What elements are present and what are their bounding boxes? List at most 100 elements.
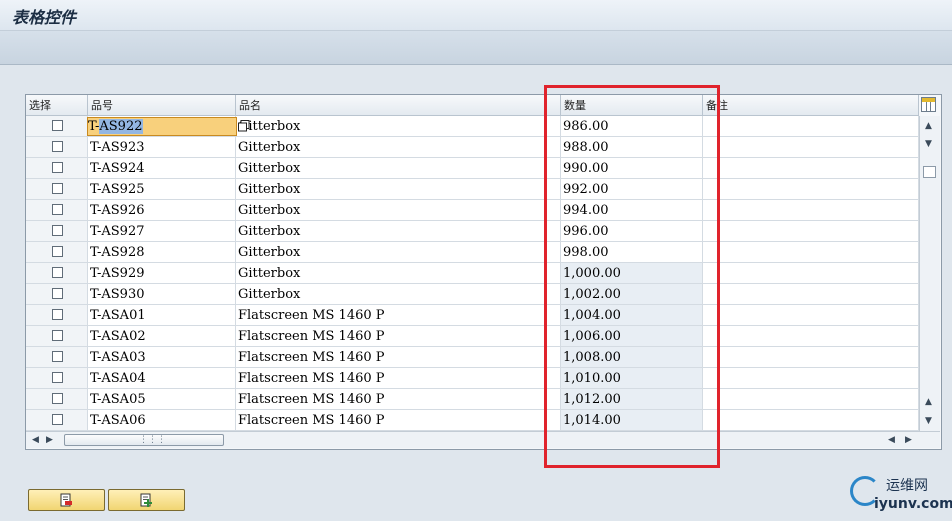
remark-cell[interactable] — [703, 326, 919, 347]
item-name-cell[interactable]: Flatscreen MS 1460 P — [236, 305, 561, 326]
row-select-checkbox[interactable] — [52, 309, 63, 320]
item-name-cell[interactable]: Gitterbox — [236, 116, 561, 137]
table-row[interactable]: T-ASA04 Flatscreen MS 1460 P 1,010.00 — [26, 368, 919, 389]
quantity-cell[interactable]: 1,002.00 — [561, 284, 703, 305]
quantity-cell[interactable]: 998.00 — [561, 242, 703, 263]
remark-cell[interactable] — [703, 410, 919, 431]
column-header-quantity[interactable]: 数量 — [561, 95, 703, 116]
remark-cell[interactable] — [703, 284, 919, 305]
item-no-cell[interactable]: T-AS929 — [88, 263, 236, 284]
item-name-cell[interactable]: Gitterbox — [236, 221, 561, 242]
row-select-checkbox[interactable] — [52, 372, 63, 383]
item-name-cell[interactable]: Flatscreen MS 1460 P — [236, 347, 561, 368]
item-no-cell[interactable]: T-AS926 — [88, 200, 236, 221]
row-select-checkbox[interactable] — [52, 393, 63, 404]
row-select-checkbox[interactable] — [52, 288, 63, 299]
item-no-cell[interactable]: T-AS925 — [88, 179, 236, 200]
item-name-cell[interactable]: Gitterbox — [236, 158, 561, 179]
table-row[interactable]: T-ASA02 Flatscreen MS 1460 P 1,006.00 — [26, 326, 919, 347]
quantity-cell[interactable]: 986.00 — [561, 116, 703, 137]
quantity-cell[interactable]: 1,008.00 — [561, 347, 703, 368]
remark-cell[interactable] — [703, 242, 919, 263]
row-select-checkbox[interactable] — [52, 204, 63, 215]
item-no-cell[interactable]: T-AS930 — [88, 284, 236, 305]
column-header-select[interactable]: 选择 — [26, 95, 88, 116]
scroll-right-end-arrow-icon[interactable]: ▶ — [905, 435, 912, 445]
row-select-checkbox[interactable] — [52, 120, 63, 131]
table-row[interactable]: T-AS923 Gitterbox 988.00 — [26, 137, 919, 158]
table-row[interactable]: T-AS928 Gitterbox 998.00 — [26, 242, 919, 263]
table-row[interactable]: Gitterbox 986.00 T-AS922 — [26, 116, 919, 137]
item-name-cell[interactable]: Gitterbox — [236, 263, 561, 284]
remark-cell[interactable] — [703, 347, 919, 368]
item-name-cell[interactable]: Gitterbox — [236, 200, 561, 221]
item-name-cell[interactable]: Flatscreen MS 1460 P — [236, 368, 561, 389]
delete-row-button[interactable] — [28, 489, 105, 511]
remark-cell[interactable] — [703, 179, 919, 200]
item-no-cell[interactable]: T-AS927 — [88, 221, 236, 242]
remark-cell[interactable] — [703, 305, 919, 326]
column-header-remark[interactable]: 备注 — [703, 95, 919, 116]
item-no-cell[interactable]: T-ASA01 — [88, 305, 236, 326]
remark-cell[interactable] — [703, 389, 919, 410]
row-select-checkbox[interactable] — [52, 351, 63, 362]
horizontal-scrollbar[interactable]: ◀ ▶ ⋮⋮⋮ ◀ ▶ — [26, 431, 940, 448]
quantity-cell[interactable]: 1,010.00 — [561, 368, 703, 389]
remark-cell[interactable] — [703, 263, 919, 284]
row-select-checkbox[interactable] — [52, 141, 63, 152]
row-select-checkbox[interactable] — [52, 267, 63, 278]
scroll-down-arrow-icon[interactable]: ▼ — [925, 139, 932, 149]
page-down-arrow-icon[interactable]: ▼ — [925, 416, 932, 426]
table-row[interactable]: T-AS927 Gitterbox 996.00 — [26, 221, 919, 242]
item-name-cell[interactable]: Gitterbox — [236, 137, 561, 158]
item-name-cell[interactable]: Gitterbox — [236, 242, 561, 263]
table-row[interactable]: T-AS926 Gitterbox 994.00 — [26, 200, 919, 221]
row-select-checkbox[interactable] — [52, 330, 63, 341]
item-no-cell[interactable]: T-AS923 — [88, 137, 236, 158]
quantity-cell[interactable]: 1,012.00 — [561, 389, 703, 410]
table-row[interactable]: T-ASA06 Flatscreen MS 1460 P 1,014.00 — [26, 410, 919, 431]
column-settings-icon[interactable] — [921, 97, 936, 112]
quantity-cell[interactable]: 1,014.00 — [561, 410, 703, 431]
scroll-left-end-arrow-icon[interactable]: ◀ — [888, 435, 895, 445]
quantity-cell[interactable]: 1,004.00 — [561, 305, 703, 326]
item-name-cell[interactable]: Flatscreen MS 1460 P — [236, 326, 561, 347]
item-name-cell[interactable]: Flatscreen MS 1460 P — [236, 389, 561, 410]
item-no-cell[interactable]: T-ASA02 — [88, 326, 236, 347]
quantity-cell[interactable]: 1,006.00 — [561, 326, 703, 347]
table-row[interactable]: T-AS929 Gitterbox 1,000.00 — [26, 263, 919, 284]
table-row[interactable]: T-AS925 Gitterbox 992.00 — [26, 179, 919, 200]
quantity-cell[interactable]: 994.00 — [561, 200, 703, 221]
vertical-scroll-thumb[interactable] — [923, 166, 936, 178]
item-no-cell[interactable]: T-ASA06 — [88, 410, 236, 431]
scroll-up-arrow-icon[interactable]: ▲ — [925, 121, 932, 131]
row-select-checkbox[interactable] — [52, 246, 63, 257]
quantity-cell[interactable]: 1,000.00 — [561, 263, 703, 284]
table-row[interactable]: T-AS930 Gitterbox 1,002.00 — [26, 284, 919, 305]
remark-cell[interactable] — [703, 221, 919, 242]
copy-icon[interactable] — [238, 120, 250, 132]
remark-cell[interactable] — [703, 137, 919, 158]
row-select-checkbox[interactable] — [52, 162, 63, 173]
item-no-cell[interactable]: T-ASA05 — [88, 389, 236, 410]
item-name-cell[interactable]: Gitterbox — [236, 179, 561, 200]
column-header-item-name[interactable]: 品名 — [236, 95, 561, 116]
item-no-cell[interactable]: T-AS924 — [88, 158, 236, 179]
item-no-cell[interactable]: T-ASA03 — [88, 347, 236, 368]
quantity-cell[interactable]: 996.00 — [561, 221, 703, 242]
scroll-right-arrow-icon[interactable]: ▶ — [46, 435, 53, 445]
row-select-checkbox[interactable] — [52, 183, 63, 194]
item-no-cell[interactable]: T-AS928 — [88, 242, 236, 263]
row-select-checkbox[interactable] — [52, 225, 63, 236]
quantity-cell[interactable]: 988.00 — [561, 137, 703, 158]
table-row[interactable]: T-ASA05 Flatscreen MS 1460 P 1,012.00 — [26, 389, 919, 410]
item-name-cell[interactable]: Flatscreen MS 1460 P — [236, 410, 561, 431]
remark-cell[interactable] — [703, 368, 919, 389]
vertical-scrollbar[interactable]: ▲ ▼ ▲ ▼ — [919, 116, 940, 434]
item-no-cell[interactable]: T-ASA04 — [88, 368, 236, 389]
row-select-checkbox[interactable] — [52, 414, 63, 425]
quantity-cell[interactable]: 990.00 — [561, 158, 703, 179]
horizontal-scroll-thumb[interactable]: ⋮⋮⋮ — [64, 434, 224, 446]
column-header-item-no[interactable]: 品号 — [88, 95, 236, 116]
table-row[interactable]: T-ASA03 Flatscreen MS 1460 P 1,008.00 — [26, 347, 919, 368]
